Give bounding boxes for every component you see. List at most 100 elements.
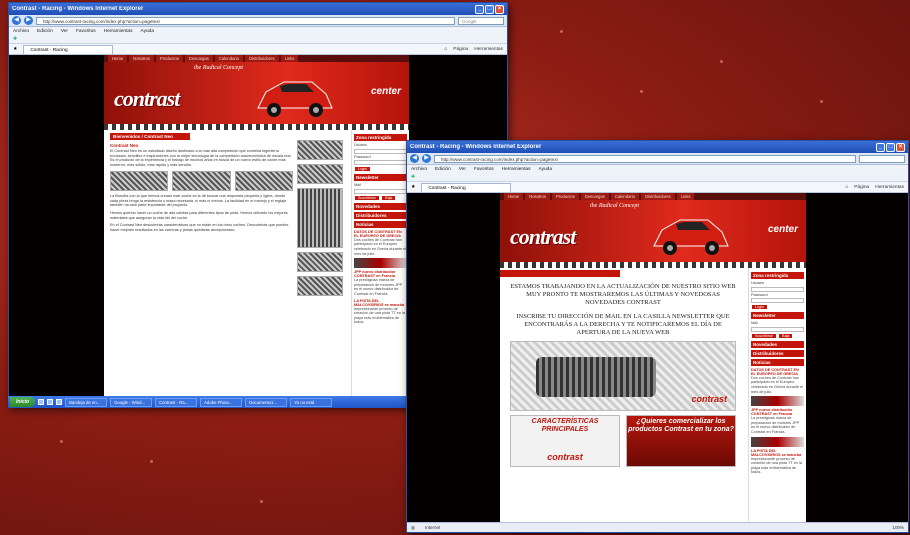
sidebar-link-novedades[interactable]: Novedades [354,202,407,210]
chassis-photo[interactable] [172,170,231,191]
nav-calendario[interactable]: Calendario [610,193,640,200]
tools-menu[interactable]: Herramientas [474,47,503,52]
search-input[interactable]: Google [458,16,504,25]
menu-favoritos[interactable]: Favoritos [474,167,494,172]
chassis-photo[interactable] [297,252,343,272]
unsubscribe-button[interactable]: Baja [382,195,396,200]
mail-input[interactable] [354,188,407,194]
news-title[interactable]: DATOS DE CONTRAST EN EL EUROPEO DE GRECI… [751,368,804,376]
sidebar-link-novedades[interactable]: Novedades [751,340,804,348]
close-button[interactable]: × [896,142,905,152]
home-icon[interactable]: ⌂ [444,47,447,52]
login-button[interactable]: Login [355,167,370,172]
menu-edicion[interactable]: Edición [435,167,451,172]
nav-home[interactable]: Home [504,193,524,200]
menu-edicion[interactable]: Edición [37,29,53,34]
favorites-star-icon[interactable]: ★ [411,185,415,190]
chassis-photo[interactable] [297,276,343,296]
news-title[interactable]: DATOS DE CONTRAST EN EL EUROPEO DE GRECI… [354,230,407,238]
menu-archivo[interactable]: Archivo [13,29,29,34]
password-input[interactable] [354,160,407,166]
sidebar-link-distribuidores[interactable]: Distribuidores [751,349,804,357]
chassis-photo[interactable] [234,170,293,191]
menu-ver[interactable]: Ver [459,167,466,172]
search-input[interactable] [859,154,905,163]
login-button[interactable]: Login [752,305,767,310]
taskbar-item[interactable]: Contrast - Ra... [155,397,198,407]
nav-distribuidores[interactable]: Distribuidores [641,193,675,200]
taskbar-item[interactable]: Bandeja de en... [65,397,108,407]
nav-distribuidores[interactable]: Distribuidores [245,55,279,62]
chassis-photo[interactable] [297,164,343,184]
tools-menu[interactable]: Herramientas [875,185,904,190]
news-title[interactable]: JPP nuevo distribuidor CONTRAST en Franc… [354,270,407,278]
taskbar-item[interactable]: Ya no está [290,397,333,407]
zoom-level[interactable]: 100% [892,525,904,530]
sidebar-link-noticias[interactable]: Noticias [751,358,804,366]
close-button[interactable]: × [495,4,504,14]
page-menu[interactable]: Página [453,47,468,52]
features-promo[interactable]: CARACTERÍSTICAS PRINCIPALES contrast [510,415,620,467]
menu-archivo[interactable]: Archivo [411,167,427,172]
links-icon[interactable]: ✚ [13,36,17,42]
hero-chassis-image[interactable]: contrast [510,341,736,411]
news-thumbnail[interactable] [751,396,804,407]
page-viewport[interactable]: Home Nosotros Productos Descargas Calend… [407,193,908,522]
nav-home[interactable]: Home [108,55,128,62]
nav-productos[interactable]: Productos [155,55,183,62]
links-icon[interactable]: ✚ [411,174,415,180]
minimize-button[interactable]: _ [475,4,484,14]
taskbar-item[interactable]: Google - Wind... [110,397,153,407]
url-field[interactable]: http://www.contrast-racing.com/index.php… [36,16,455,25]
favorites-star-icon[interactable]: ★ [13,47,17,52]
nav-calendario[interactable]: Calendario [214,55,244,62]
back-icon[interactable]: ◀ [410,154,419,163]
menu-ayuda[interactable]: Ayuda [140,29,154,34]
nav-descargas[interactable]: Descargas [580,193,609,200]
subscribe-button[interactable]: Suscribirse [752,333,776,338]
start-button[interactable]: Inicio [10,397,36,407]
nav-links[interactable]: Links [676,193,695,200]
chassis-photo[interactable] [110,170,169,191]
news-thumbnail[interactable] [751,436,804,447]
url-field[interactable]: http://www.contrast-racing.com/index.php… [434,154,856,163]
taskbar-item[interactable]: Adobe Photo... [200,397,243,407]
page-menu[interactable]: Página [854,185,869,190]
maximize-button[interactable]: □ [485,4,494,14]
sidebar-link-distribuidores[interactable]: Distribuidores [354,211,407,219]
distributor-promo[interactable]: ¿Quieres comercializar los productos Con… [626,415,736,467]
news-title[interactable]: LA PISTA DEL MALCOVIDRIOS se mancha [751,449,804,457]
forward-icon[interactable]: ▶ [422,154,431,163]
news-title[interactable]: LA PISTA DEL MALCOVIDRIOS se mancha [354,299,407,307]
browser-window-2[interactable]: Contrast - Racing - Windows Internet Exp… [406,140,909,533]
unsubscribe-button[interactable]: Baja [779,333,793,338]
menu-ver[interactable]: Ver [61,29,68,34]
nav-descargas[interactable]: Descargas [184,55,213,62]
news-thumbnail[interactable] [354,258,407,269]
title-bar[interactable]: Contrast - Racing - Windows Internet Exp… [407,141,908,153]
taskbar-item[interactable]: Documento1... [245,397,288,407]
back-icon[interactable]: ◀ [12,16,21,25]
user-input[interactable] [354,148,407,154]
menu-herramientas[interactable]: Herramientas [104,29,133,34]
menu-ayuda[interactable]: Ayuda [538,167,552,172]
forward-icon[interactable]: ▶ [24,16,33,25]
nav-links[interactable]: Links [280,55,299,62]
news-title[interactable]: JPP nuevo distribuidor CONTRAST en Franc… [751,408,804,416]
mail-input[interactable] [751,326,804,332]
nav-nosotros[interactable]: Nosotros [525,193,550,200]
minimize-button[interactable]: _ [876,142,885,152]
tab-contrast[interactable]: Contrast - Racing [23,44,114,54]
home-icon[interactable]: ⌂ [845,185,848,190]
quick-launch-icon[interactable] [47,399,54,405]
nav-productos[interactable]: Productos [551,193,579,200]
quick-launch-icon[interactable] [56,399,63,405]
maximize-button[interactable]: □ [886,142,895,152]
title-bar[interactable]: Contrast - Racing - Windows Internet Exp… [9,3,507,15]
menu-favoritos[interactable]: Favoritos [76,29,96,34]
user-input[interactable] [751,286,804,292]
chassis-photo[interactable] [297,140,343,160]
chassis-top-view-photo[interactable] [297,188,343,248]
password-input[interactable] [751,298,804,304]
sidebar-link-noticias[interactable]: Noticias [354,220,407,228]
